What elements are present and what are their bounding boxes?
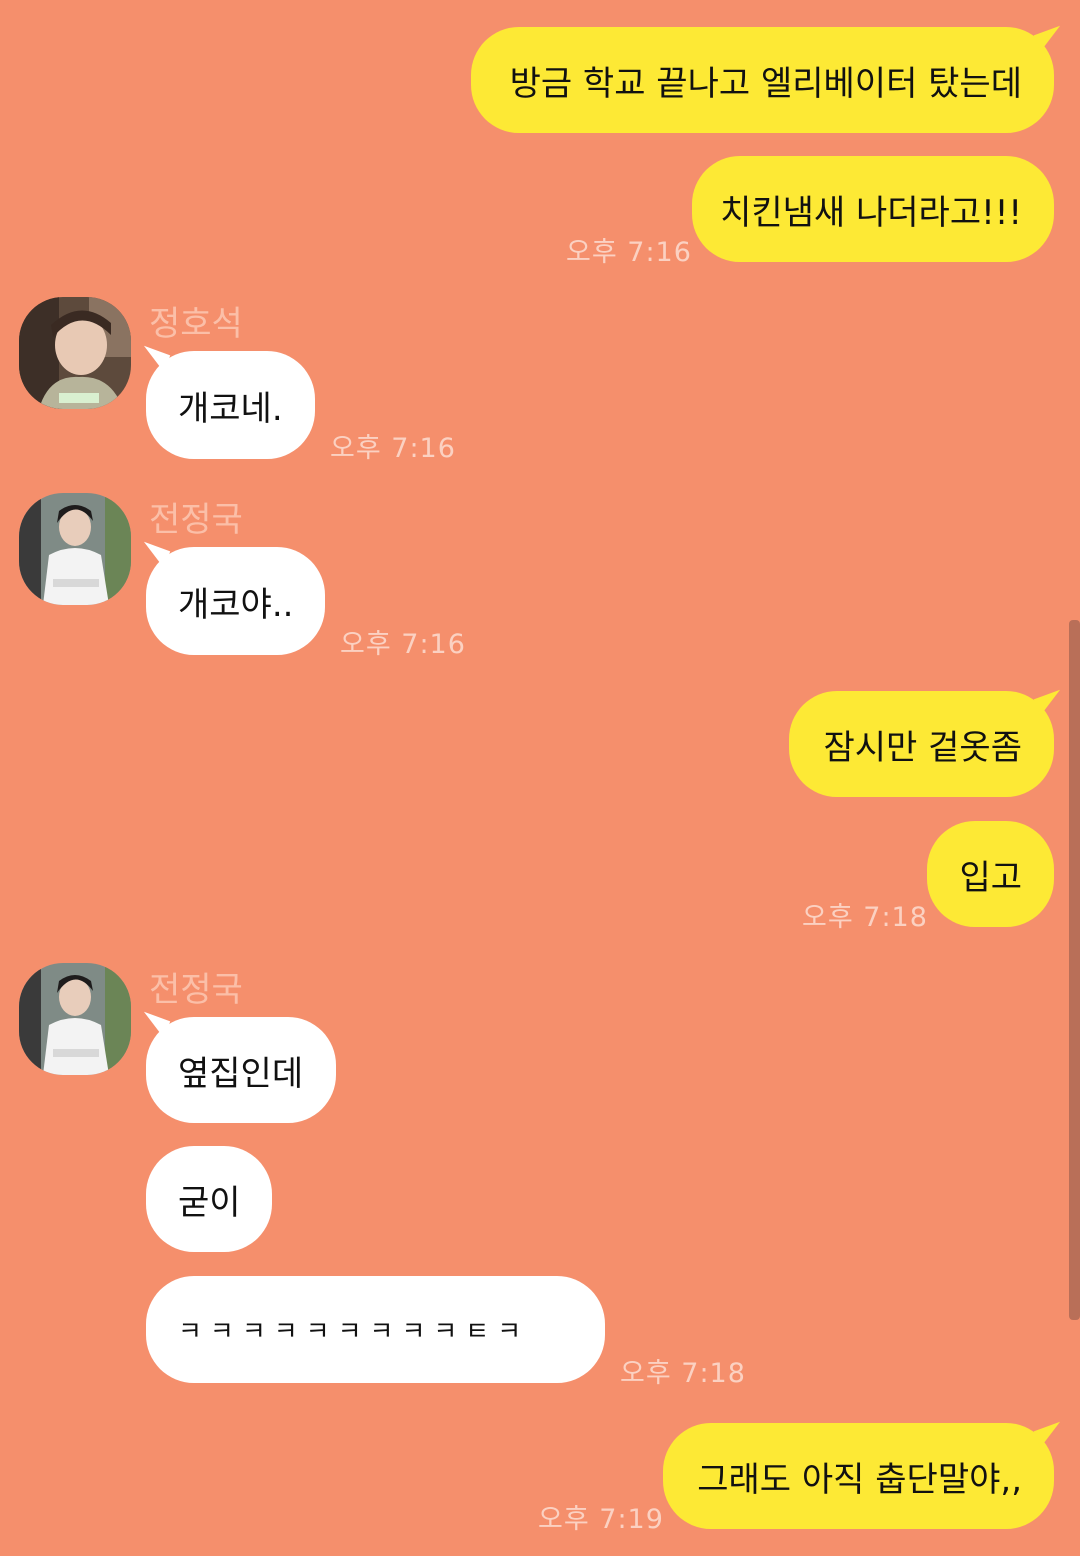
bubble-tail [1033, 25, 1067, 53]
avatar-photo-icon [19, 297, 131, 409]
avatar-jungkook[interactable] [19, 493, 131, 605]
sender-name: 전정국 [149, 970, 243, 1010]
avatar-hoseok[interactable] [19, 297, 131, 409]
message-text: 입고 [959, 857, 1022, 898]
message-timestamp: 오후 7:18 [802, 902, 928, 933]
message-timestamp: 오후 7:16 [566, 237, 692, 268]
message-text: 개코네. [178, 388, 283, 429]
message-text: 개코야.. [178, 584, 294, 625]
message-timestamp: 오후 7:16 [330, 433, 456, 464]
message-timestamp: 오후 7:19 [538, 1504, 664, 1535]
sender-name: 정호석 [149, 304, 243, 344]
received-message-bubble[interactable]: 개코네. [146, 351, 315, 459]
sent-message-bubble[interactable]: 방금 학교 끝나고 엘리베이터 탔는데 [471, 27, 1054, 133]
sent-message-bubble[interactable]: 그래도 아직 춥단말야,, [663, 1423, 1054, 1529]
scrollbar[interactable] [1069, 620, 1080, 1320]
sent-message-bubble[interactable]: 치킨냄새 나더라고!!! [692, 156, 1054, 262]
avatar-photo-icon [19, 493, 131, 605]
message-text: 방금 학교 끝나고 엘리베이터 탔는데 [509, 63, 1022, 104]
message-text: 잠시만 겉옷좀 [823, 727, 1023, 768]
message-text: ㅋㅋㅋㅋㅋㅋㅋㅋㅋㅌㅋ [178, 1317, 530, 1347]
received-message-bubble[interactable]: 굳이 [146, 1146, 272, 1252]
bubble-tail [1033, 689, 1067, 717]
message-text: 그래도 아직 춥단말야,, [697, 1459, 1022, 1500]
avatar-photo-icon [19, 963, 131, 1075]
message-text: 굳이 [178, 1182, 241, 1223]
bubble-tail [1033, 1421, 1067, 1449]
received-message-bubble[interactable]: ㅋㅋㅋㅋㅋㅋㅋㅋㅋㅌㅋ [146, 1276, 605, 1383]
message-timestamp: 오후 7:16 [340, 629, 466, 660]
message-text: 옆집인데 [178, 1053, 304, 1094]
sent-message-bubble[interactable]: 잠시만 겉옷좀 [789, 691, 1054, 797]
received-message-bubble[interactable]: 옆집인데 [146, 1017, 336, 1123]
sent-message-bubble[interactable]: 입고 [927, 821, 1054, 927]
received-message-bubble[interactable]: 개코야.. [146, 547, 325, 655]
avatar-jungkook[interactable] [19, 963, 131, 1075]
message-text: 치킨냄새 나더라고!!! [720, 192, 1022, 233]
message-timestamp: 오후 7:18 [620, 1358, 746, 1389]
sender-name: 전정국 [149, 500, 243, 540]
